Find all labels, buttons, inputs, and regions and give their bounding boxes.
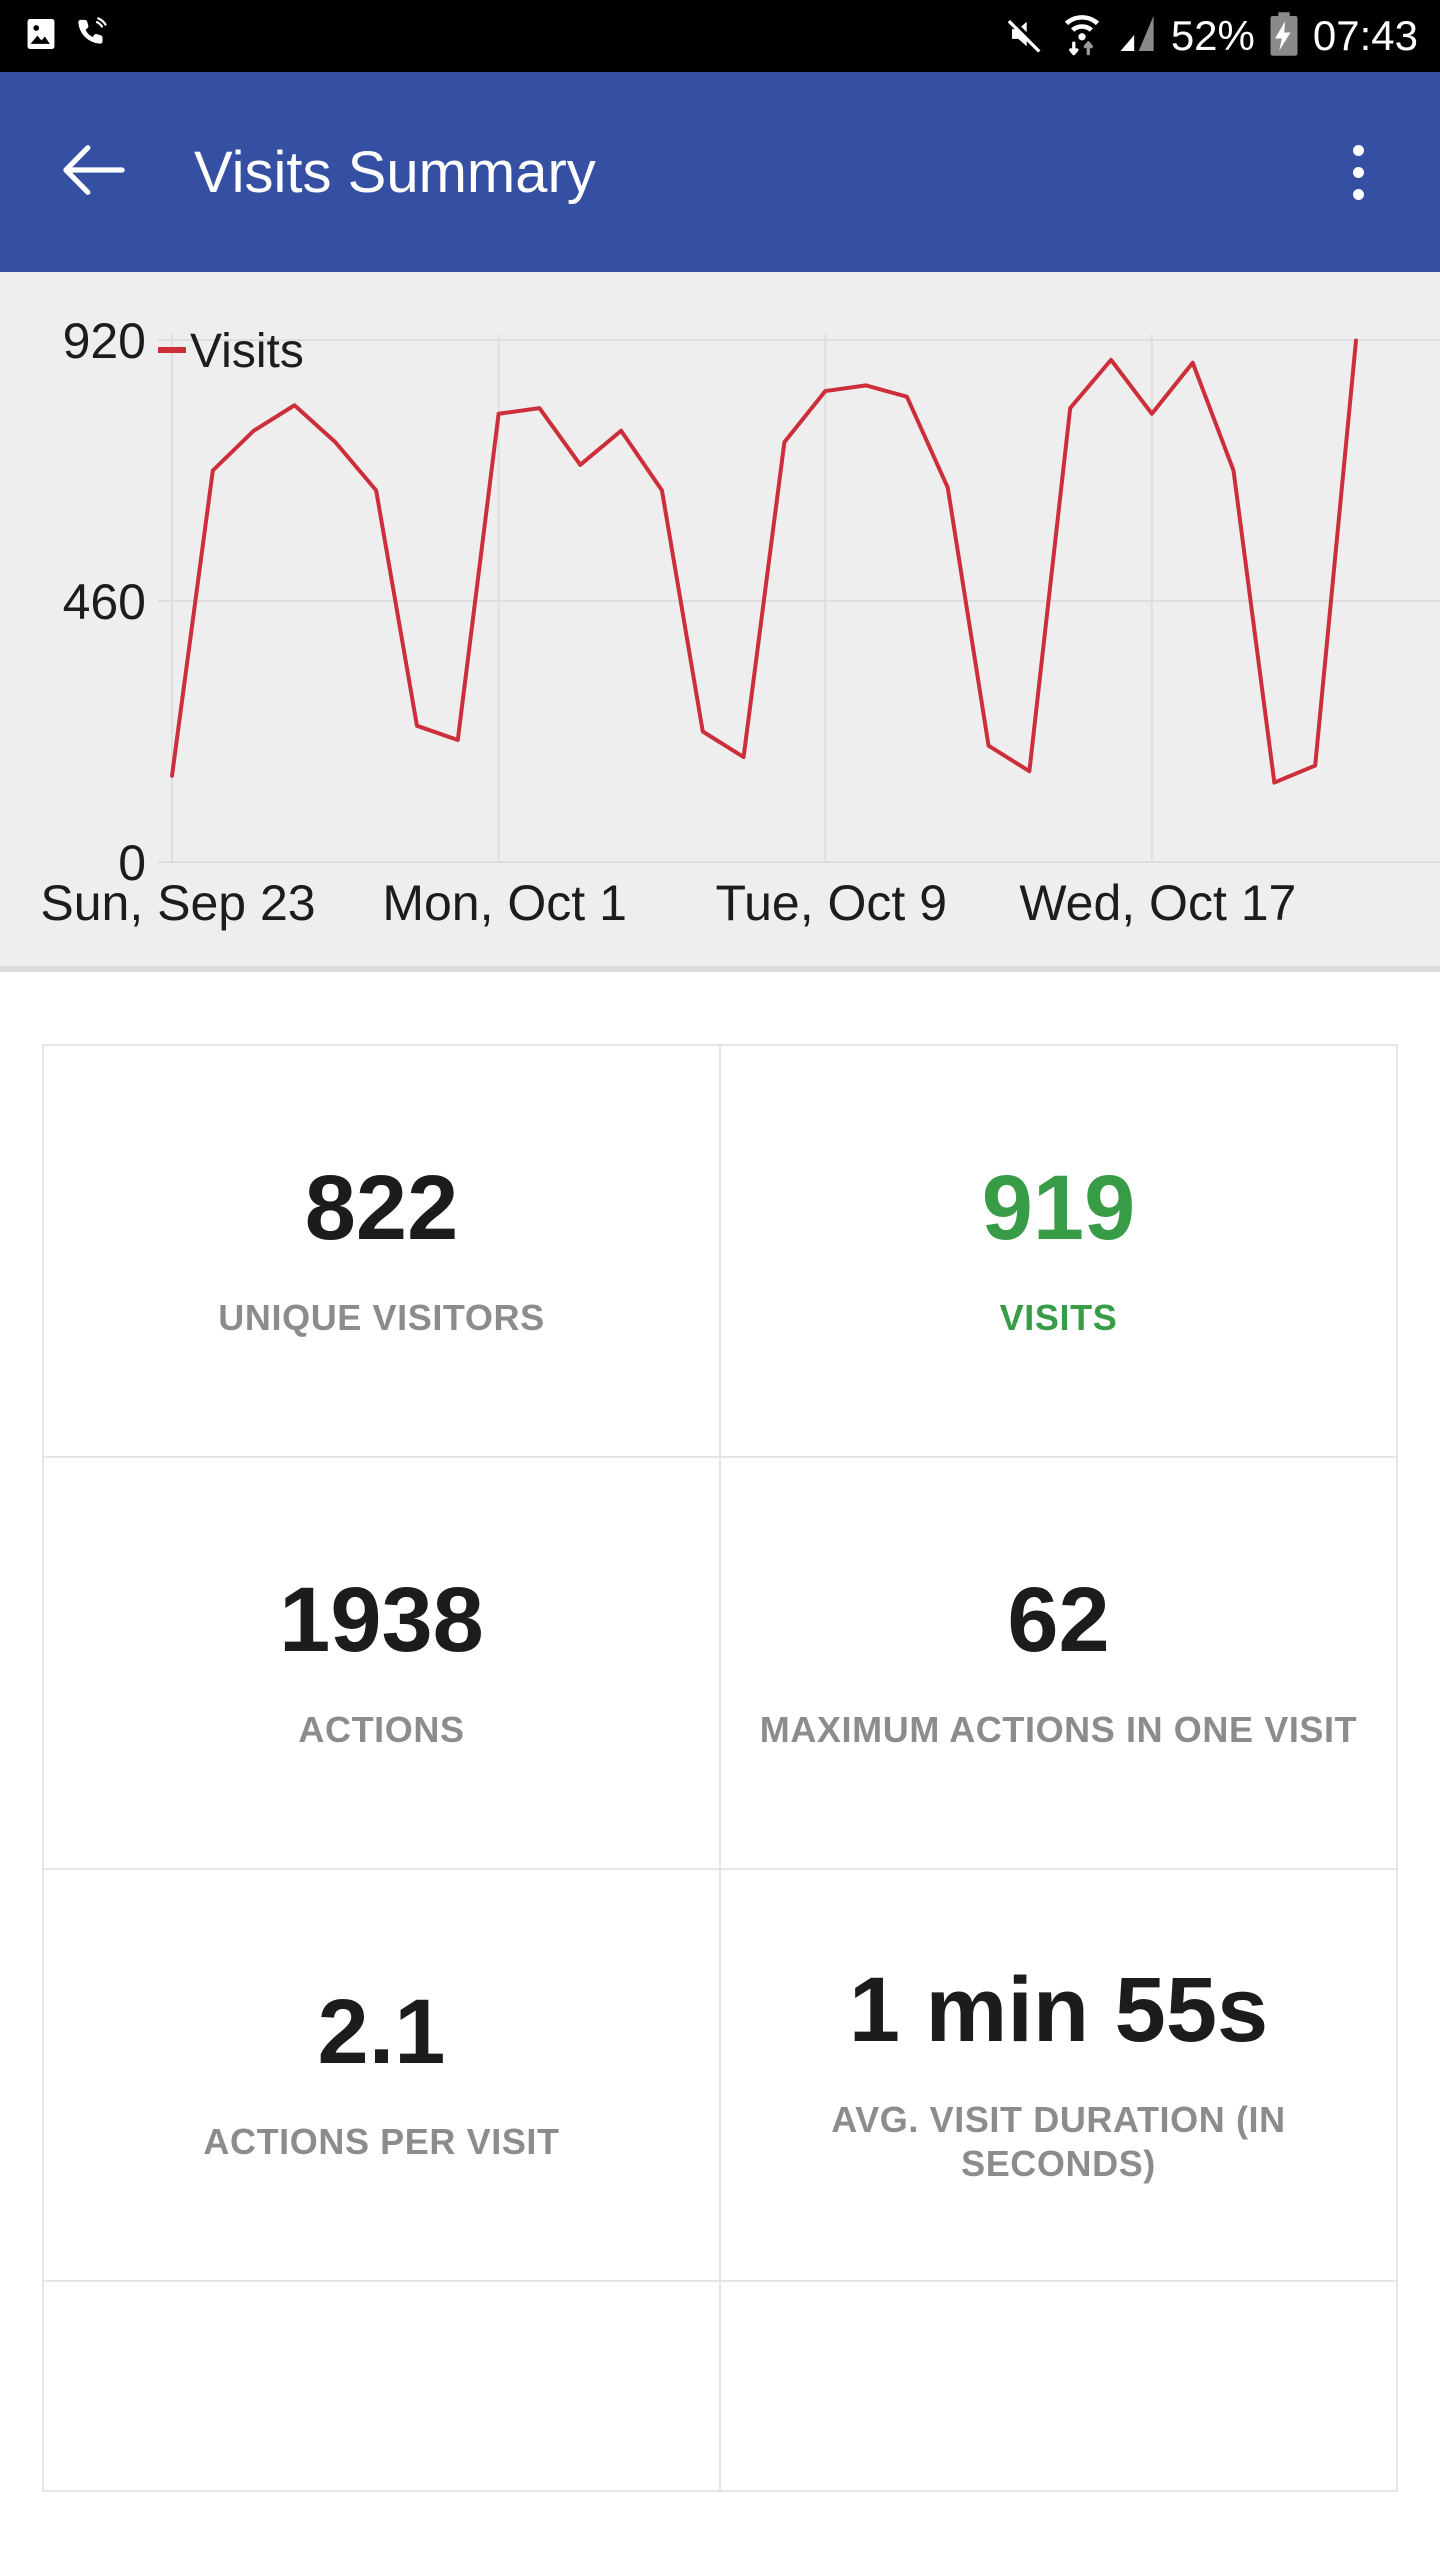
metric-card[interactable]: 919 Visits	[721, 1046, 1398, 1458]
chart-x-tick-label: Sun, Sep 23	[40, 875, 315, 931]
metric-card[interactable]: 1 min 55s Avg. Visit Duration (in seconds…	[721, 1870, 1398, 2282]
chart-x-tick-label: Wed, Oct 17	[1019, 875, 1296, 931]
metrics-grid: 822 Unique Visitors 919 Visits 1938 Actions 62…	[42, 1044, 1398, 2492]
metrics-section: 822 Unique Visitors 919 Visits 1938 Actions 62…	[0, 972, 1440, 2492]
chart-legend: Visits	[158, 325, 304, 378]
metric-card[interactable]: 1938 Actions	[44, 1458, 721, 1870]
legend-label-visits: Visits	[190, 325, 304, 378]
status-bar: 52% 07:43	[0, 0, 1440, 72]
page-title: Visits Summary	[194, 139, 596, 205]
app-bar: Visits Summary	[0, 72, 1440, 272]
back-button[interactable]	[62, 140, 126, 204]
metric-card[interactable]: 62 Maximum actions in one visit	[721, 1458, 1398, 1870]
metric-label: Actions	[298, 1708, 465, 1750]
clock-label: 07:43	[1312, 12, 1418, 59]
battery-percent-label: 52%	[1170, 12, 1255, 59]
visits-chart-panel[interactable]: 920 460 0 Sun, Sep 23 Mon, Oct 1 Tue, Oct 9W…	[0, 272, 1440, 972]
signal-icon	[1117, 13, 1157, 60]
chart-x-tick-label: Tue, Oct 9	[715, 875, 947, 931]
metric-value: 1938	[279, 1569, 484, 1672]
metric-card[interactable]: 2.1 Actions per Visit	[44, 1870, 721, 2282]
metric-label: Unique Visitors	[218, 1296, 545, 1338]
overflow-menu-icon	[1352, 188, 1364, 200]
metric-label: Avg. Visit Duration (in seconds)	[831, 2099, 1286, 2184]
metric-card[interactable]	[721, 2282, 1398, 2492]
visits-series-line	[170, 338, 1358, 785]
metric-card[interactable]: 822 Unique Visitors	[44, 1046, 721, 1458]
status-bar-right-icons: 52% 07:43	[1005, 11, 1418, 62]
metric-card[interactable]	[44, 2282, 721, 2492]
overflow-menu-icon	[1352, 166, 1364, 178]
overflow-menu-button[interactable]	[1328, 127, 1388, 217]
mute-icon	[1005, 13, 1047, 60]
chart-y-tick-label: 460	[63, 574, 146, 630]
metric-label: Actions per Visit	[203, 2120, 560, 2162]
metric-value: 919	[981, 1157, 1136, 1260]
metric-value: 822	[304, 1157, 459, 1260]
chart-y-tick-label: 920	[63, 313, 146, 369]
chart-x-tick-label: Mon, Oct 1	[382, 875, 627, 931]
metric-label: Visits	[999, 1296, 1118, 1338]
visits-line-chart[interactable]: 9204600 Sun, Sep 23 Mon, Oct 1 Tue, Oct 9W…	[0, 272, 1440, 972]
back-arrow-icon	[63, 144, 125, 200]
missed-call-icon	[74, 16, 110, 57]
chart-gridlines	[158, 334, 1440, 863]
status-bar-left-icons	[22, 15, 110, 58]
image-icon	[22, 15, 60, 58]
metric-value: 1 min 55s	[848, 1959, 1269, 2062]
chart-x-axis-labels: Sun, Sep 23 Mon, Oct 1 Tue, Oct 9 Wed, Oct …	[40, 875, 1296, 931]
wifi-icon	[1061, 11, 1103, 62]
battery-charging-icon	[1269, 11, 1299, 62]
metric-value: 2.1	[317, 1981, 446, 2084]
overflow-menu-icon	[1352, 144, 1364, 156]
metric-label: Maximum actions in one visit	[759, 1708, 1358, 1750]
metric-value: 62	[1007, 1569, 1110, 1672]
chart-y-axis-labels: 9204600	[63, 313, 146, 891]
